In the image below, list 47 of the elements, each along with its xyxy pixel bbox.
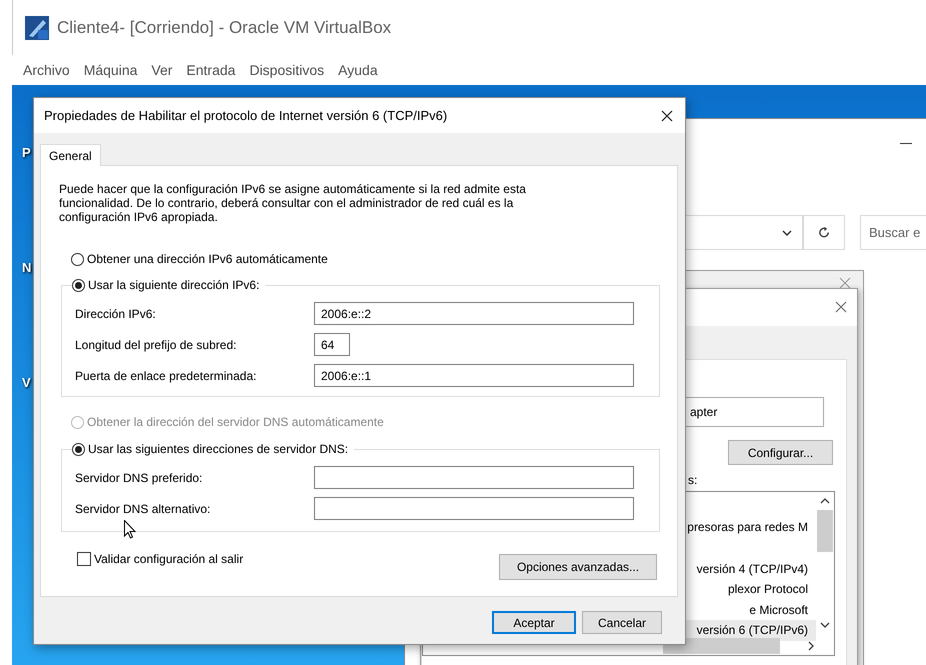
input-field[interactable]: 2006:e::2 bbox=[314, 302, 634, 325]
radio-label[interactable]: Usar la siguiente dirección IPv6: bbox=[88, 278, 260, 292]
field-label: Dirección IPv6: bbox=[75, 306, 157, 320]
menu-item[interactable]: Ver bbox=[151, 62, 172, 78]
dialog-button[interactable]: Aceptar bbox=[492, 611, 576, 634]
configure-button[interactable]: Configurar... bbox=[728, 440, 833, 465]
checkbox[interactable] bbox=[77, 552, 91, 566]
description-text: Puede hacer que la configuración IPv6 se asigne automáticamente si la red admite esta funcionalidad. De lo contrario, deberá consultar con el administrador de red cuál es la configuración IPv6 apropiada. bbox=[59, 182, 527, 224]
chevron-right-icon[interactable] bbox=[808, 641, 814, 651]
radio-button[interactable] bbox=[72, 278, 85, 292]
radio-button[interactable] bbox=[72, 442, 85, 456]
field-label: Puerta de enlace predeterminada: bbox=[75, 368, 258, 382]
radio-label[interactable]: Obtener una dirección IPv6 automáticamente bbox=[87, 252, 328, 266]
desktop-icon-label[interactable]: V bbox=[22, 375, 32, 390]
chevron-down-icon[interactable] bbox=[782, 230, 792, 236]
dialog-button[interactable]: Cancelar bbox=[582, 611, 662, 634]
app-icon bbox=[25, 16, 49, 40]
chevron-up-icon[interactable] bbox=[820, 498, 830, 504]
menu-item[interactable]: Dispositivos bbox=[249, 62, 324, 78]
field-label: Longitud del prefijo de subred: bbox=[75, 338, 238, 352]
refresh-button[interactable] bbox=[803, 215, 845, 250]
input-field[interactable] bbox=[314, 497, 634, 520]
list-label: s: bbox=[688, 473, 698, 487]
chevron-down-icon[interactable] bbox=[820, 622, 830, 628]
menu-item[interactable]: Entrada bbox=[186, 62, 236, 78]
menu-item[interactable]: Ayuda bbox=[338, 62, 378, 78]
desktop-icon-label[interactable]: N bbox=[22, 260, 32, 275]
checkbox-label[interactable]: Validar configuración al salir bbox=[94, 552, 244, 566]
input-field[interactable]: 2006:e::1 bbox=[314, 364, 634, 387]
window-title: Cliente4- [Corriendo] - Oracle VM VirtualBox bbox=[57, 18, 392, 38]
input-field[interactable] bbox=[314, 466, 634, 489]
field-label: Servidor DNS preferido: bbox=[75, 470, 204, 484]
search-field[interactable]: Buscar e bbox=[860, 215, 926, 250]
minimize-icon[interactable] bbox=[900, 143, 912, 145]
radio-button[interactable] bbox=[71, 252, 84, 266]
input-field[interactable]: 64 bbox=[314, 333, 350, 356]
mouse-cursor-icon bbox=[124, 520, 136, 539]
menu-item[interactable]: Máquina bbox=[84, 62, 138, 78]
menu-item[interactable]: Archivo bbox=[23, 62, 70, 78]
advanced-options-button[interactable]: Opciones avanzadas... bbox=[499, 554, 657, 580]
radio-label[interactable]: Usar las siguientes direcciones de servidor DNS: bbox=[88, 442, 348, 456]
desktop-icon-label[interactable]: P bbox=[22, 145, 32, 160]
tab[interactable]: General bbox=[40, 144, 101, 166]
close-icon[interactable] bbox=[661, 110, 673, 122]
field-label: Servidor DNS alternativo: bbox=[75, 502, 212, 516]
refresh-icon bbox=[818, 226, 831, 239]
dialog-title: Propiedades de Habilitar el protocolo de Internet versión 6 (TCP/IPv6) bbox=[44, 108, 448, 123]
